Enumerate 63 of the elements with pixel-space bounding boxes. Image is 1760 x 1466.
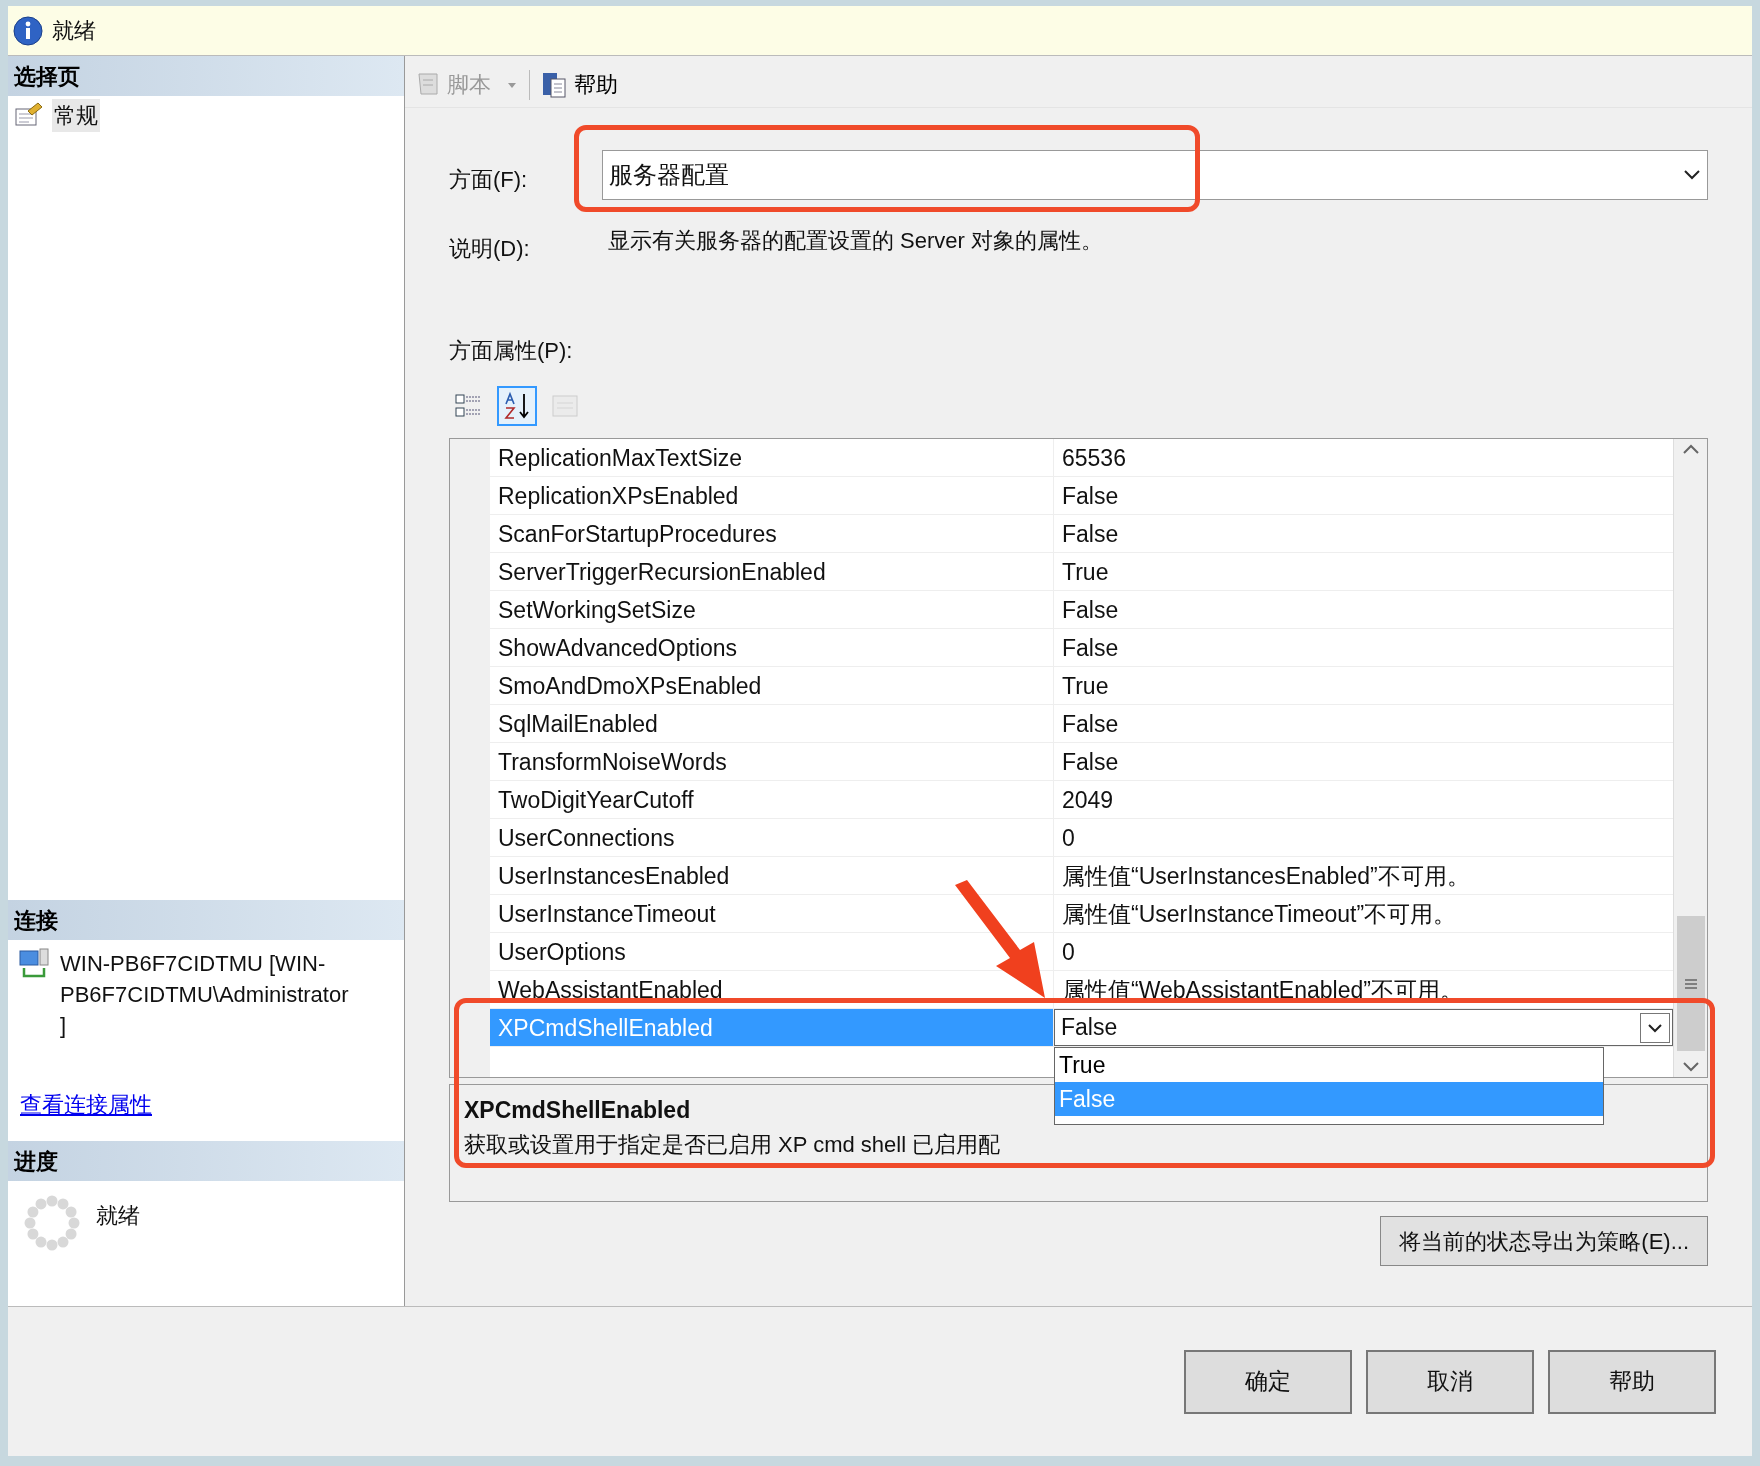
scrollbar[interactable] (1673, 439, 1707, 1077)
spinner-icon (22, 1193, 82, 1253)
property-name[interactable]: WebAssistantEnabled (498, 977, 723, 1003)
section-header: 进度 (8, 1141, 404, 1181)
property-value: True (1061, 558, 1110, 587)
property-name[interactable]: UserInstanceTimeout (498, 901, 716, 927)
property-name[interactable]: UserInstancesEnabled (498, 863, 730, 889)
dialog-button[interactable]: 帮助 (1548, 1349, 1716, 1414)
property-value: True (1061, 672, 1110, 701)
property-name[interactable]: ServerTriggerRecursionEnabled (498, 559, 826, 585)
help-title: XPCmdShellEnabled (464, 1096, 691, 1125)
property-value: False (1061, 748, 1120, 777)
section-header: 连接 (8, 900, 404, 940)
sort-button[interactable] (497, 386, 537, 426)
help-button[interactable]: 帮助 (540, 68, 618, 101)
progress-status: 就绪 (96, 1202, 140, 1230)
chevron-down-icon (1640, 1012, 1670, 1043)
property-name[interactable]: UserOptions (498, 939, 626, 965)
property-value: False (1061, 520, 1120, 549)
section-header: 选择页 (8, 56, 404, 96)
dialog-button[interactable]: 确定 (1184, 1349, 1352, 1414)
property-value: 属性值“UserInstancesEnabled”不可用。 (1061, 862, 1471, 891)
properties-label: 方面属性(P): (449, 337, 573, 365)
properties-icon (14, 101, 44, 129)
dropdown-option[interactable]: True (1055, 1048, 1603, 1082)
info-icon (12, 14, 44, 47)
property-name[interactable]: ScanForStartupProcedures (498, 521, 777, 547)
property-value: 2049 (1061, 786, 1115, 815)
property-name[interactable]: SmoAndDmoXPsEnabled (498, 673, 762, 699)
description-text: 显示有关服务器的配置设置的 Server 对象的属性。 (607, 227, 1105, 255)
scroll-down-icon (1681, 1061, 1700, 1073)
connection-text: WIN-PB6F7CIDTMU [WIN-PB6F7CIDTMU\Administrator] (60, 950, 350, 1040)
server-icon (18, 948, 50, 980)
help-text: 获取或设置用于指定是否已启用 XP cmd shell 已启用配 (464, 1130, 1001, 1159)
dialog-button[interactable]: 取消 (1366, 1349, 1534, 1414)
property-name[interactable]: ReplicationMaxTextSize (498, 445, 743, 471)
export-policy-button[interactable]: 将当前的状态导出为策略(E)... (1380, 1216, 1708, 1266)
scroll-up-icon (1681, 443, 1700, 455)
property-name[interactable]: SqlMailEnabled (498, 711, 658, 737)
page-item[interactable]: 常规 (8, 96, 404, 134)
property-value: 0 (1061, 938, 1076, 967)
chevron-down-icon (1683, 169, 1701, 181)
property-name[interactable]: TwoDigitYearCutoff (498, 787, 694, 813)
property-value: 0 (1061, 824, 1076, 853)
grip-icon (1683, 978, 1698, 989)
facet-label: 方面(F): (449, 166, 529, 194)
property-name[interactable]: SetWorkingSetSize (498, 597, 696, 623)
property-name[interactable]: TransformNoiseWords (498, 749, 727, 775)
property-value: False (1061, 482, 1120, 511)
property-value: False (1061, 710, 1120, 739)
property-value: False (1061, 634, 1120, 663)
description-label: 说明(D): (449, 235, 531, 263)
property-name[interactable]: UserConnections (498, 825, 675, 851)
property-name[interactable]: ShowAdvancedOptions (498, 635, 738, 661)
facet-combobox[interactable]: 服务器配置 (602, 150, 1708, 200)
property-name[interactable]: ReplicationXPsEnabled (498, 483, 739, 509)
property-value: 65536 (1061, 444, 1127, 473)
property-value: 属性值“UserInstanceTimeout”不可用。 (1061, 900, 1458, 929)
property-value: False (1061, 596, 1120, 625)
connection-properties-link[interactable]: 查看连接属性 (20, 1092, 152, 1117)
sort-icon (502, 391, 532, 421)
status-text: 就绪 (52, 17, 96, 45)
value-combobox[interactable]: False (1054, 1009, 1673, 1046)
